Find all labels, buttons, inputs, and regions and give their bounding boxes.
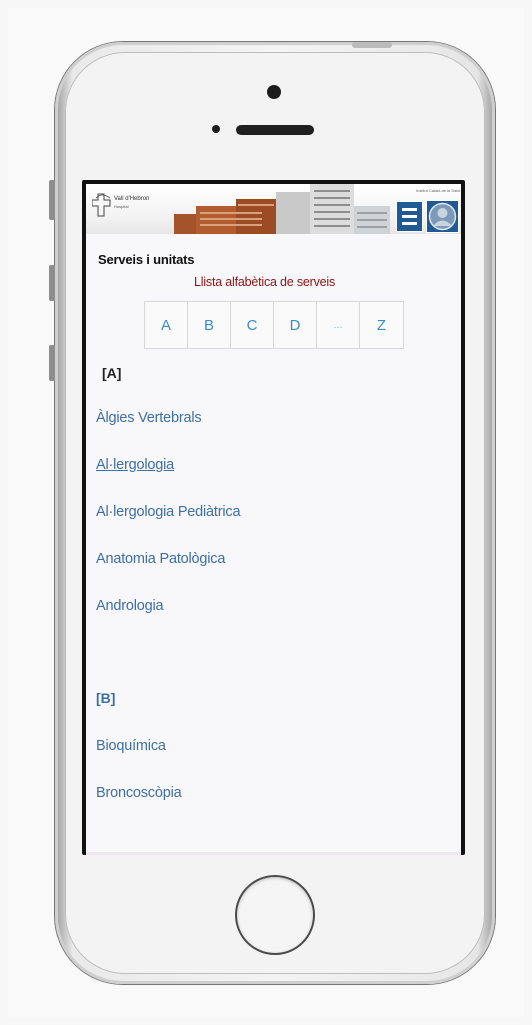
logo-subtext: Hospital <box>114 204 129 209</box>
service-link[interactable]: Andrologia <box>96 598 164 614</box>
footer-strip <box>86 852 461 855</box>
hamburger-menu-button[interactable] <box>396 201 423 232</box>
logo-text: Vall d'Hebron <box>114 196 150 202</box>
list-subtitle: Llista alfabètica de serveis <box>194 275 336 289</box>
alphabet-index: A B C D ... Z <box>144 301 404 349</box>
letter-link-more[interactable]: ... <box>317 302 360 348</box>
group-heading-b: [B] <box>96 690 116 706</box>
page-title: Serveis i unitats <box>98 252 195 267</box>
service-link[interactable]: Broncoscòpia <box>96 785 182 801</box>
service-link[interactable]: Àlgies Vertebrals <box>96 410 202 426</box>
letter-link-d[interactable]: D <box>274 302 317 348</box>
front-camera-icon <box>267 85 281 99</box>
service-link[interactable]: Al·lergologia Pediàtrica <box>96 504 241 520</box>
site-header: Vall d'Hebron Hospital Institut Català d… <box>86 184 461 234</box>
service-link[interactable]: Al·lergologia <box>96 457 174 473</box>
mute-switch <box>49 180 55 220</box>
letter-link-c[interactable]: C <box>231 302 274 348</box>
letter-link-a[interactable]: A <box>145 302 188 348</box>
group-heading-a: [A] <box>102 365 122 381</box>
proximity-sensor-icon <box>212 125 220 133</box>
hamburger-icon <box>402 208 417 211</box>
power-button <box>352 42 392 48</box>
web-viewport: Vall d'Hebron Hospital Institut Català d… <box>86 184 461 855</box>
earpiece-speaker-icon <box>236 125 314 135</box>
letter-link-b[interactable]: B <box>188 302 231 348</box>
service-link[interactable]: Anatomia Patològica <box>96 551 225 567</box>
home-button[interactable] <box>237 877 313 953</box>
volume-down-button <box>49 345 55 381</box>
letter-link-z[interactable]: Z <box>360 302 403 348</box>
gencat-label: Institut Català de la Salut <box>416 188 461 193</box>
phone-screen: Vall d'Hebron Hospital Institut Català d… <box>82 180 465 855</box>
user-profile-button[interactable] <box>426 200 459 233</box>
user-avatar-icon <box>428 202 457 231</box>
service-link[interactable]: Bioquímica <box>96 738 166 754</box>
volume-up-button <box>49 265 55 301</box>
